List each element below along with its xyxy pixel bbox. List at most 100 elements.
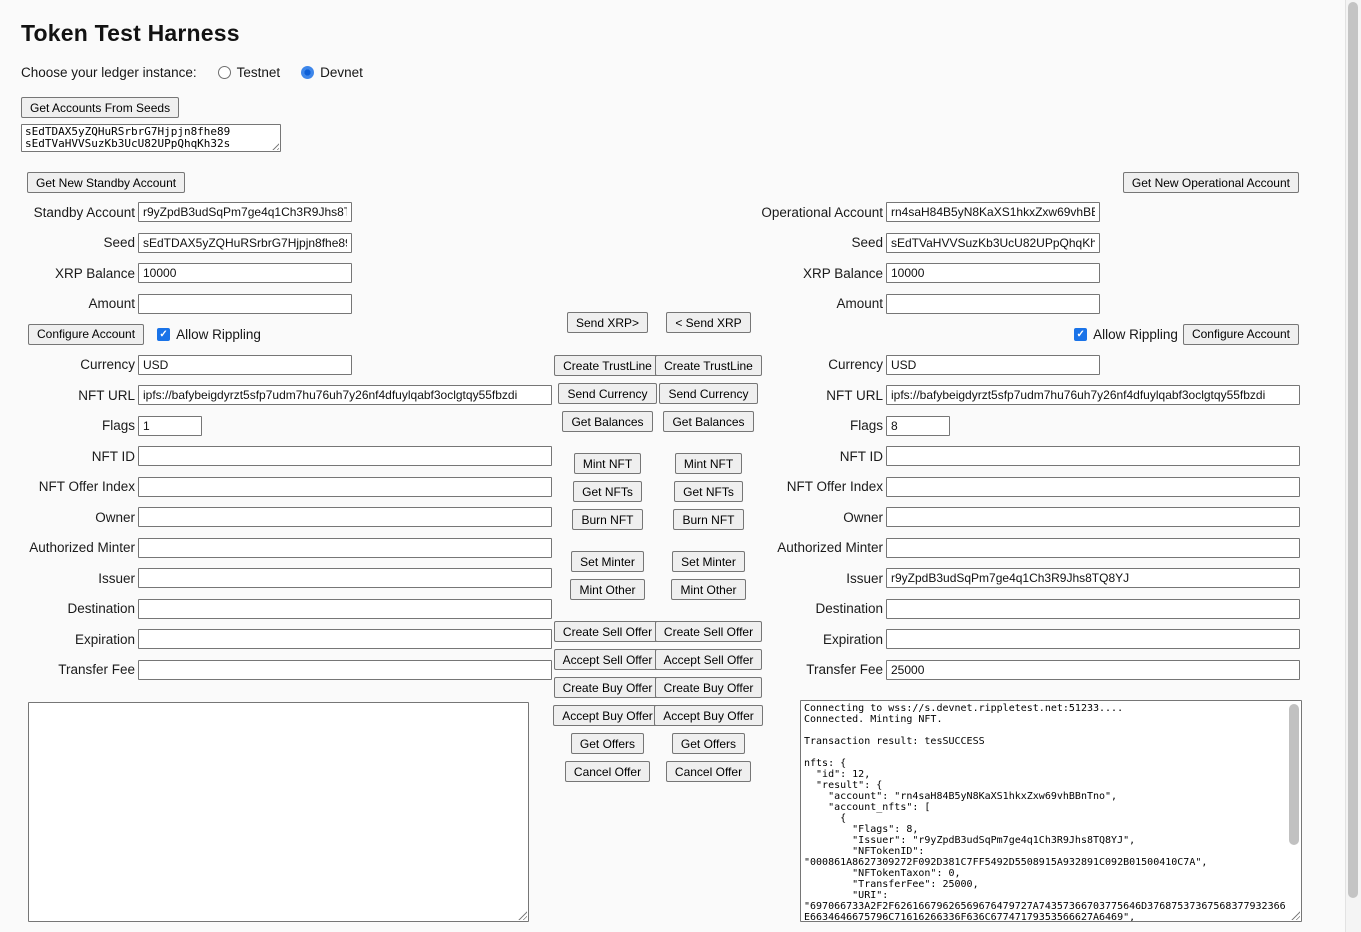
send-xrp-standby-button[interactable]: Send XRP> [567,312,648,333]
get-nfts-standby-button[interactable]: Get NFTs [573,481,642,502]
cancel-offer-standby-button[interactable]: Cancel Offer [565,761,650,782]
operational-currency-label: Currency [760,357,883,372]
create-buy-offer-standby-button[interactable]: Create Buy Offer [554,677,662,698]
burn-nft-standby-button[interactable]: Burn NFT [572,509,642,530]
set-minter-standby-button[interactable]: Set Minter [571,551,644,572]
operational-currency-input[interactable] [886,355,1100,375]
seeds-textarea[interactable]: sEdTDAX5yZQHuRSrbrG7Hjpjn8fhe89 sEdTVaHV… [21,124,281,152]
create-trustline-standby-button[interactable]: Create TrustLine [554,355,661,376]
operational-seed-input[interactable] [886,233,1100,253]
ledger-instance-row: Choose your ledger instance: Testnet Dev… [21,64,363,81]
standby-allow-rippling-checkbox checked-icon[interactable] [157,328,170,341]
standby-configure-account-button[interactable]: Configure Account [28,324,144,345]
create-sell-offer-standby-button[interactable]: Create Sell Offer [554,621,661,642]
standby-issuer-label: Issuer [0,571,135,586]
standby-xrp-balance-input[interactable] [138,263,352,283]
get-balances-operational-button[interactable]: Get Balances [663,411,753,432]
create-trustline-operational-button[interactable]: Create TrustLine [655,355,762,376]
get-balances-standby-button[interactable]: Get Balances [562,411,652,432]
standby-issuer-input[interactable] [138,568,552,588]
standby-destination-input[interactable] [138,599,552,619]
standby-nft-offer-index-input[interactable] [138,477,552,497]
standby-expiration-input[interactable] [138,629,552,649]
standby-transfer-fee-row: Transfer Fee [0,660,556,680]
standby-xrp-balance-row: XRP Balance [0,263,556,283]
standby-authorized-minter-input[interactable] [138,538,552,558]
create-buy-offer-operational-button[interactable]: Create Buy Offer [655,677,763,698]
create-sell-offer-operational-button[interactable]: Create Sell Offer [655,621,762,642]
get-offers-operational-button[interactable]: Get Offers [672,733,745,754]
standby-allow-rippling-label[interactable]: Allow Rippling [176,327,261,342]
standby-seed-input[interactable] [138,233,352,253]
radio-unchecked-icon[interactable] [218,66,231,79]
burn-nft-operational-button[interactable]: Burn NFT [673,509,743,530]
set-minter-operational-button[interactable]: Set Minter [672,551,745,572]
cancel-offer-operational-button[interactable]: Cancel Offer [666,761,751,782]
operational-issuer-input[interactable] [886,568,1300,588]
standby-flags-input[interactable] [138,416,202,436]
get-offers-standby-button[interactable]: Get Offers [571,733,644,754]
operational-account-input[interactable] [886,202,1100,222]
get-new-operational-account-button[interactable]: Get New Operational Account [1123,172,1299,193]
send-xrp-operational-button[interactable]: < Send XRP [666,312,750,333]
standby-flags-label: Flags [0,418,135,433]
standby-results-textarea[interactable] [28,702,529,922]
operational-xrp-balance-input[interactable] [886,263,1100,283]
standby-amount-input[interactable] [138,294,352,314]
operational-nft-url-input[interactable] [886,385,1300,405]
get-new-standby-account-button[interactable]: Get New Standby Account [27,172,185,193]
operational-authorized-minter-row: Authorized Minter [760,538,1301,558]
standby-account-input[interactable] [138,202,352,222]
textarea-scrollbar-thumb[interactable] [1289,704,1299,845]
standby-nft-id-row: NFT ID [0,446,556,466]
standby-flags-row: Flags [0,416,556,436]
operational-owner-input[interactable] [886,507,1300,527]
operational-results-textarea[interactable]: Connecting to wss://s.devnet.rippletest.… [800,700,1302,922]
standby-amount-row: Amount [0,294,556,314]
operational-allow-rippling-label[interactable]: Allow Rippling [1093,327,1178,342]
operational-flags-input[interactable] [886,416,950,436]
testnet-radio-label[interactable]: Testnet [237,65,281,80]
accept-sell-offer-standby-button[interactable]: Accept Sell Offer [554,649,662,670]
operational-form: Get New Operational Account Operational … [760,172,1301,690]
operational-transfer-fee-input[interactable] [886,660,1300,680]
standby-currency-input[interactable] [138,355,352,375]
page-scrollbar-thumb[interactable] [1348,2,1358,898]
devnet-radio-label[interactable]: Devnet [320,65,363,80]
mint-nft-operational-button[interactable]: Mint NFT [675,453,742,474]
operational-owner-label: Owner [760,510,883,525]
mint-nft-standby-button[interactable]: Mint NFT [574,453,641,474]
standby-destination-label: Destination [0,601,135,616]
operational-amount-row: Amount [760,294,1301,314]
radio-group-devnet[interactable]: Devnet [301,65,363,80]
radio-checked-icon[interactable] [301,66,314,79]
mint-other-standby-button[interactable]: Mint Other [570,579,644,600]
standby-owner-input[interactable] [138,507,552,527]
operational-allow-rippling-checkbox checked-icon[interactable] [1074,328,1087,341]
operational-expiration-input[interactable] [886,629,1300,649]
standby-nft-id-input[interactable] [138,446,552,466]
standby-results-text [29,703,528,921]
mint-other-operational-button[interactable]: Mint Other [671,579,745,600]
standby-configure-row: Configure Account Allow Rippling [0,324,556,344]
standby-amount-label: Amount [0,296,135,311]
operational-nft-id-input[interactable] [886,446,1300,466]
send-currency-operational-button[interactable]: Send Currency [659,383,757,404]
accept-sell-offer-operational-button[interactable]: Accept Sell Offer [655,649,763,670]
operational-authorized-minter-input[interactable] [886,538,1300,558]
page-scrollbar-track[interactable] [1345,0,1361,932]
send-currency-standby-button[interactable]: Send Currency [558,383,656,404]
standby-transfer-fee-input[interactable] [138,660,552,680]
operational-account-row: Operational Account [760,202,1301,222]
operational-configure-account-button[interactable]: Configure Account [1183,324,1299,345]
get-accounts-from-seeds-button[interactable]: Get Accounts From Seeds [21,97,179,118]
operational-destination-input[interactable] [886,599,1300,619]
accept-buy-offer-operational-button[interactable]: Accept Buy Offer [654,705,763,726]
accept-buy-offer-standby-button[interactable]: Accept Buy Offer [553,705,662,726]
operational-nft-offer-index-row: NFT Offer Index [760,477,1301,497]
get-nfts-operational-button[interactable]: Get NFTs [674,481,743,502]
operational-nft-offer-index-input[interactable] [886,477,1300,497]
radio-group-testnet[interactable]: Testnet [218,65,281,80]
operational-amount-input[interactable] [886,294,1100,314]
standby-nft-url-input[interactable] [138,385,552,405]
